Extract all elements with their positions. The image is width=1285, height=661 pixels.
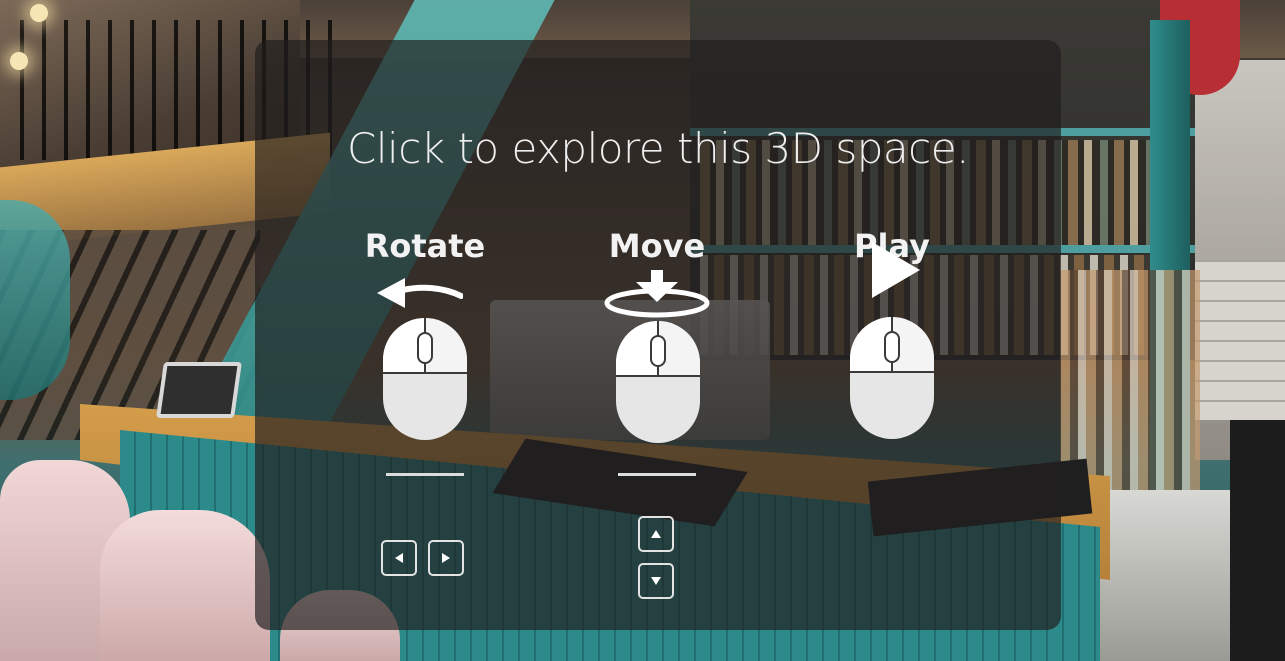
scene-kitchen-tiles xyxy=(1195,260,1285,420)
3d-tour-viewer[interactable]: Click to explore this 3D space. Rotate M… xyxy=(0,0,1285,661)
instructions-overlay[interactable]: Click to explore this 3D space. Rotate M… xyxy=(255,40,1061,630)
play-icon xyxy=(872,242,920,298)
arrow-left-key-icon xyxy=(381,540,417,576)
arrow-down-key-icon xyxy=(638,563,674,599)
scene-dark-cabinet xyxy=(1230,420,1285,661)
move-to-point-icon xyxy=(604,270,710,318)
overlay-headline: Click to explore this 3D space. xyxy=(347,124,969,173)
arrow-right-key-icon xyxy=(428,540,464,576)
move-label: Move xyxy=(608,227,706,265)
rotate-label: Rotate xyxy=(364,227,486,265)
mouse-left-click-icon xyxy=(850,317,934,439)
mouse-left-click-icon xyxy=(616,321,700,443)
move-divider xyxy=(618,473,696,476)
mouse-left-click-icon xyxy=(383,318,467,440)
scene-pendant-lamp xyxy=(10,52,28,70)
scene-pendant-lamp xyxy=(30,4,48,22)
scene-pos-tablet xyxy=(156,362,242,418)
scene-teal-mural-left xyxy=(0,200,70,400)
scene-bar-stool xyxy=(100,510,270,661)
arrow-up-key-icon xyxy=(638,516,674,552)
rotate-divider xyxy=(386,473,464,476)
arrow-left-icon xyxy=(377,278,463,308)
